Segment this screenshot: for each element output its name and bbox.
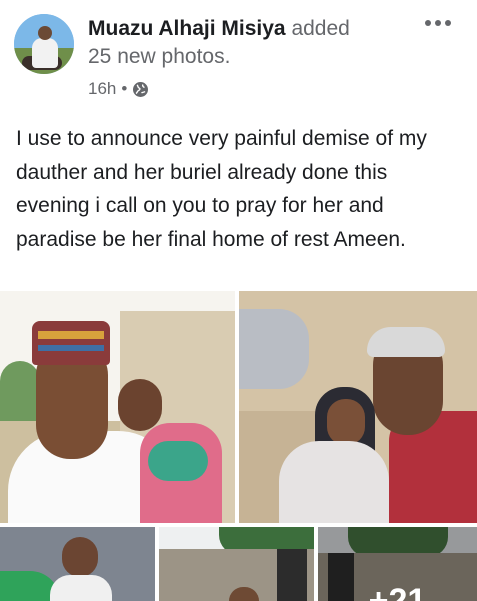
post-timestamp[interactable]: 16h bbox=[88, 78, 116, 100]
post-action-detail[interactable]: 25 new photos. bbox=[88, 44, 230, 70]
meta-separator: • bbox=[121, 79, 128, 98]
post-meta: 16h • bbox=[88, 78, 149, 100]
more-photos-count: +21 bbox=[368, 582, 427, 601]
more-options-icon[interactable] bbox=[420, 10, 456, 36]
globe-icon[interactable] bbox=[132, 81, 149, 98]
photo-4[interactable] bbox=[159, 527, 314, 601]
photo-1[interactable] bbox=[0, 291, 235, 523]
post-body-text: I use to announce very painful demise of… bbox=[16, 127, 427, 251]
photo-3[interactable] bbox=[0, 527, 155, 601]
post-title-line: Muazu Alhaji Misiya added bbox=[88, 16, 350, 42]
more-photos-overlay[interactable]: +21 bbox=[318, 527, 477, 601]
photo-2[interactable] bbox=[239, 291, 477, 523]
photo-5[interactable]: +21 bbox=[318, 527, 477, 601]
photo-grid: +21 bbox=[0, 291, 477, 601]
author-name[interactable]: Muazu Alhaji Misiya bbox=[88, 17, 286, 40]
post-header: Muazu Alhaji Misiya added 25 new photos.… bbox=[0, 0, 477, 110]
post-action: added bbox=[291, 17, 350, 40]
author-avatar[interactable] bbox=[14, 14, 74, 74]
